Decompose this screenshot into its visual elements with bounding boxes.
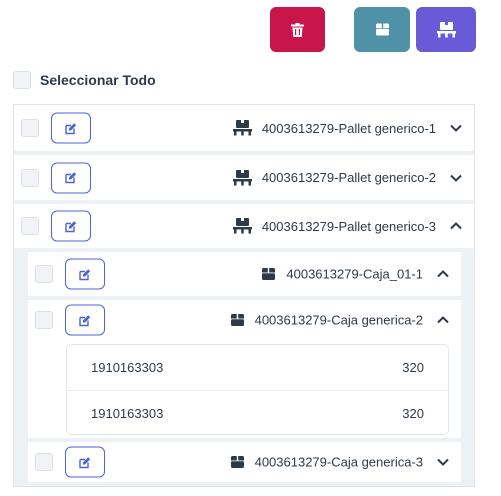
- box-icon: [230, 314, 245, 327]
- edit-button[interactable]: [51, 210, 91, 242]
- pallet-row[interactable]: 4003613279-Pallet generico-1: [14, 105, 474, 151]
- pallet-row[interactable]: 4003613279-Pallet generico-2: [14, 155, 474, 200]
- pallet-icon: [232, 120, 252, 136]
- box-icon: [375, 23, 389, 36]
- pallet-checkbox[interactable]: [21, 119, 39, 137]
- edit-icon: [65, 122, 77, 134]
- box-items-table: 1910163303 320 1910163303 320: [66, 344, 449, 435]
- add-box-button[interactable]: [354, 7, 410, 52]
- select-all-checkbox[interactable]: [13, 71, 31, 89]
- box-label: 4003613279-Caja generica-2: [230, 313, 423, 328]
- box-row[interactable]: 4003613279-Caja_01-1: [28, 252, 461, 296]
- edit-button[interactable]: [65, 446, 105, 478]
- pallet-checkbox[interactable]: [21, 217, 39, 235]
- pallet-label: 4003613279-Pallet generico-3: [232, 218, 436, 234]
- edit-button[interactable]: [51, 162, 91, 193]
- edit-button[interactable]: [65, 304, 105, 336]
- box-row[interactable]: 4003613279-Caja generica-2: [28, 300, 461, 340]
- pallet-icon: [436, 21, 456, 37]
- delete-button[interactable]: [270, 7, 325, 52]
- chevron-down-icon[interactable]: [450, 174, 462, 182]
- edit-button[interactable]: [65, 258, 105, 290]
- chevron-up-icon[interactable]: [437, 316, 449, 324]
- box-row[interactable]: 4003613279-Caja generica-3: [28, 442, 461, 482]
- box-icon: [261, 268, 276, 281]
- pallet-row[interactable]: 4003613279-Pallet generico-3: [14, 204, 474, 248]
- edit-icon: [79, 456, 91, 468]
- chevron-up-icon[interactable]: [437, 270, 449, 278]
- table-row: 1910163303 320: [67, 390, 448, 435]
- edit-icon: [79, 314, 91, 326]
- pallet-icon: [232, 169, 252, 186]
- edit-icon: [65, 220, 77, 232]
- item-quantity: 320: [402, 360, 424, 375]
- box-checkbox[interactable]: [35, 265, 53, 283]
- chevron-up-icon[interactable]: [450, 222, 462, 230]
- box-icon: [230, 456, 245, 469]
- edit-button[interactable]: [51, 112, 91, 144]
- pallet-name: 4003613279-Pallet generico-1: [261, 120, 436, 136]
- item-code: 1910163303: [91, 405, 164, 421]
- pallet-label: 4003613279-Pallet generico-2: [232, 169, 436, 186]
- pallet-checkbox[interactable]: [21, 168, 39, 187]
- chevron-down-icon[interactable]: [437, 458, 449, 466]
- box-name: 4003613279-Caja generica-2: [254, 312, 423, 328]
- box-name: 4003613279-Caja_01-1: [286, 266, 423, 282]
- pallet-icon: [232, 218, 252, 234]
- edit-icon: [79, 268, 91, 280]
- pallet-list: 4003613279-Pallet generico-1 4003613279-…: [13, 104, 475, 487]
- trash-icon: [291, 22, 304, 37]
- box-label: 4003613279-Caja_01-1: [261, 267, 423, 282]
- box-name: 4003613279-Caja generica-3: [254, 454, 423, 470]
- select-all-label: Seleccionar Todo: [40, 72, 156, 88]
- pallet-name: 4003613279-Pallet generico-3: [261, 218, 436, 234]
- chevron-down-icon[interactable]: [450, 124, 462, 132]
- pallet-name: 4003613279-Pallet generico-2: [261, 170, 436, 185]
- box-label: 4003613279-Caja generica-3: [230, 455, 423, 470]
- add-pallet-button[interactable]: [416, 7, 476, 52]
- edit-icon: [65, 172, 77, 184]
- box-checkbox[interactable]: [35, 311, 53, 329]
- pallet-label: 4003613279-Pallet generico-1: [232, 120, 436, 136]
- box-checkbox[interactable]: [35, 453, 53, 471]
- table-row: 1910163303 320: [67, 345, 448, 390]
- select-all[interactable]: Seleccionar Todo: [13, 71, 156, 89]
- item-code: 1910163303: [91, 360, 164, 375]
- item-quantity: 320: [402, 405, 424, 421]
